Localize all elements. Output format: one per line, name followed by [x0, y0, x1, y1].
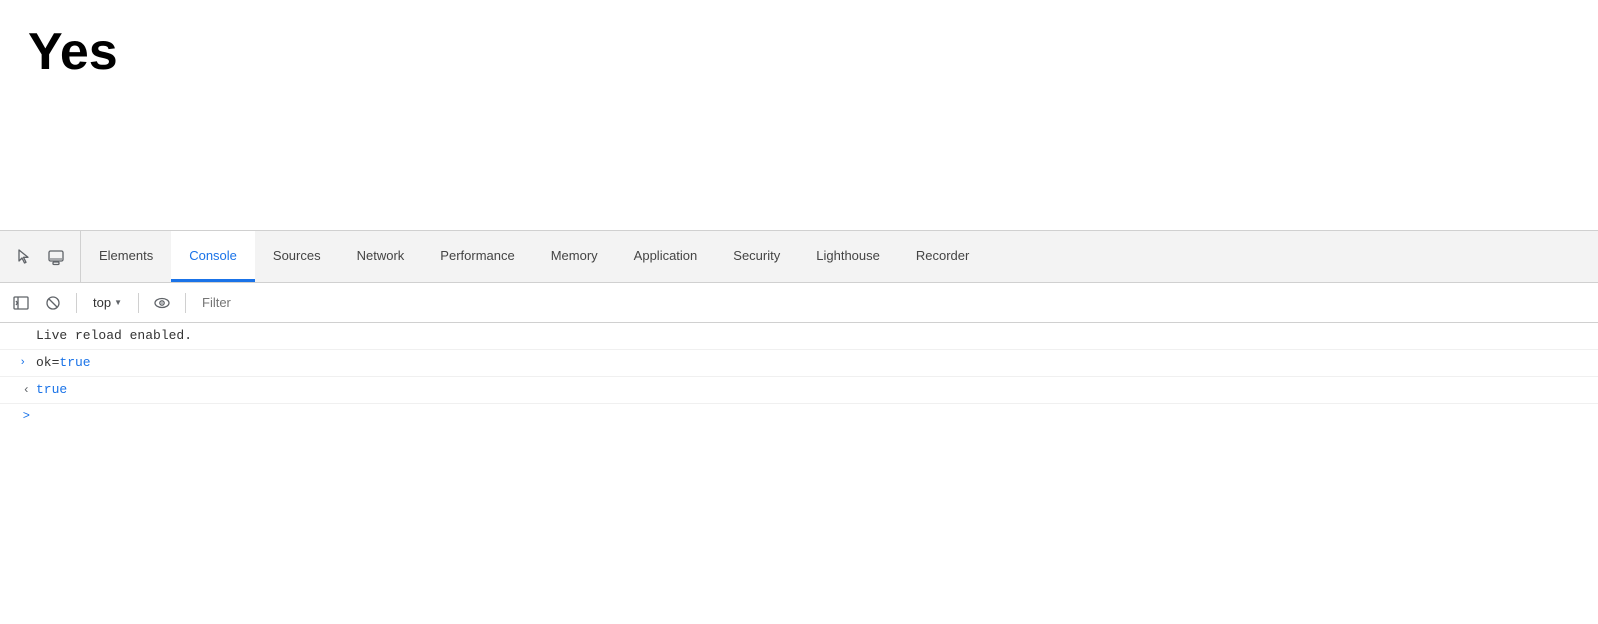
console-gutter-ok: › [8, 354, 36, 372]
tab-memory[interactable]: Memory [533, 231, 616, 282]
toolbar-separator [76, 293, 77, 313]
console-sidebar-toggle[interactable] [8, 290, 34, 316]
inspect-icon[interactable] [10, 243, 38, 271]
tab-security[interactable]: Security [715, 231, 798, 282]
console-ok-value: true [59, 354, 90, 372]
console-line-ok-true[interactable]: › ok=true [0, 350, 1598, 377]
console-gutter-return: ‹ [8, 381, 36, 399]
filter-input[interactable] [196, 291, 1590, 314]
console-line-live-reload: Live reload enabled. [0, 323, 1598, 350]
tab-network[interactable]: Network [339, 231, 423, 282]
tab-elements[interactable]: Elements [81, 231, 171, 282]
tab-performance[interactable]: Performance [422, 231, 532, 282]
console-ok-label: ok= [36, 354, 59, 372]
console-return-value: true [36, 381, 67, 399]
toolbar-separator-2 [138, 293, 139, 313]
tab-application[interactable]: Application [616, 231, 716, 282]
dropdown-arrow-icon: ▼ [114, 298, 122, 307]
console-toolbar: top ▼ [0, 283, 1598, 323]
return-arrow-icon: ‹ [23, 381, 30, 399]
prompt-cursor [36, 408, 44, 423]
device-toolbar-icon[interactable] [42, 243, 70, 271]
console-text-live-reload: Live reload enabled. [36, 327, 192, 345]
console-output[interactable]: Live reload enabled. › ok=true ‹ true > [0, 323, 1598, 624]
prompt-gutter: > [8, 409, 36, 423]
console-line-true: ‹ true [0, 377, 1598, 404]
tab-lighthouse[interactable]: Lighthouse [798, 231, 898, 282]
clear-console-icon[interactable] [40, 290, 66, 316]
page-title: Yes [28, 24, 118, 81]
toolbar-separator-3 [185, 293, 186, 313]
devtools-icon-group [0, 231, 81, 282]
tab-sources[interactable]: Sources [255, 231, 339, 282]
console-prompt-line[interactable]: > [0, 404, 1598, 427]
tab-recorder[interactable]: Recorder [898, 231, 987, 282]
expand-chevron-icon[interactable]: › [19, 354, 26, 372]
context-dropdown[interactable]: top ▼ [87, 293, 128, 312]
tab-bar: Elements Console Sources Network Perform… [0, 231, 1598, 283]
tab-console[interactable]: Console [171, 231, 255, 282]
page-content: Yes [0, 0, 1598, 230]
live-expressions-icon[interactable] [149, 290, 175, 316]
tabs-list: Elements Console Sources Network Perform… [81, 231, 987, 282]
devtools-panel: Elements Console Sources Network Perform… [0, 230, 1598, 624]
